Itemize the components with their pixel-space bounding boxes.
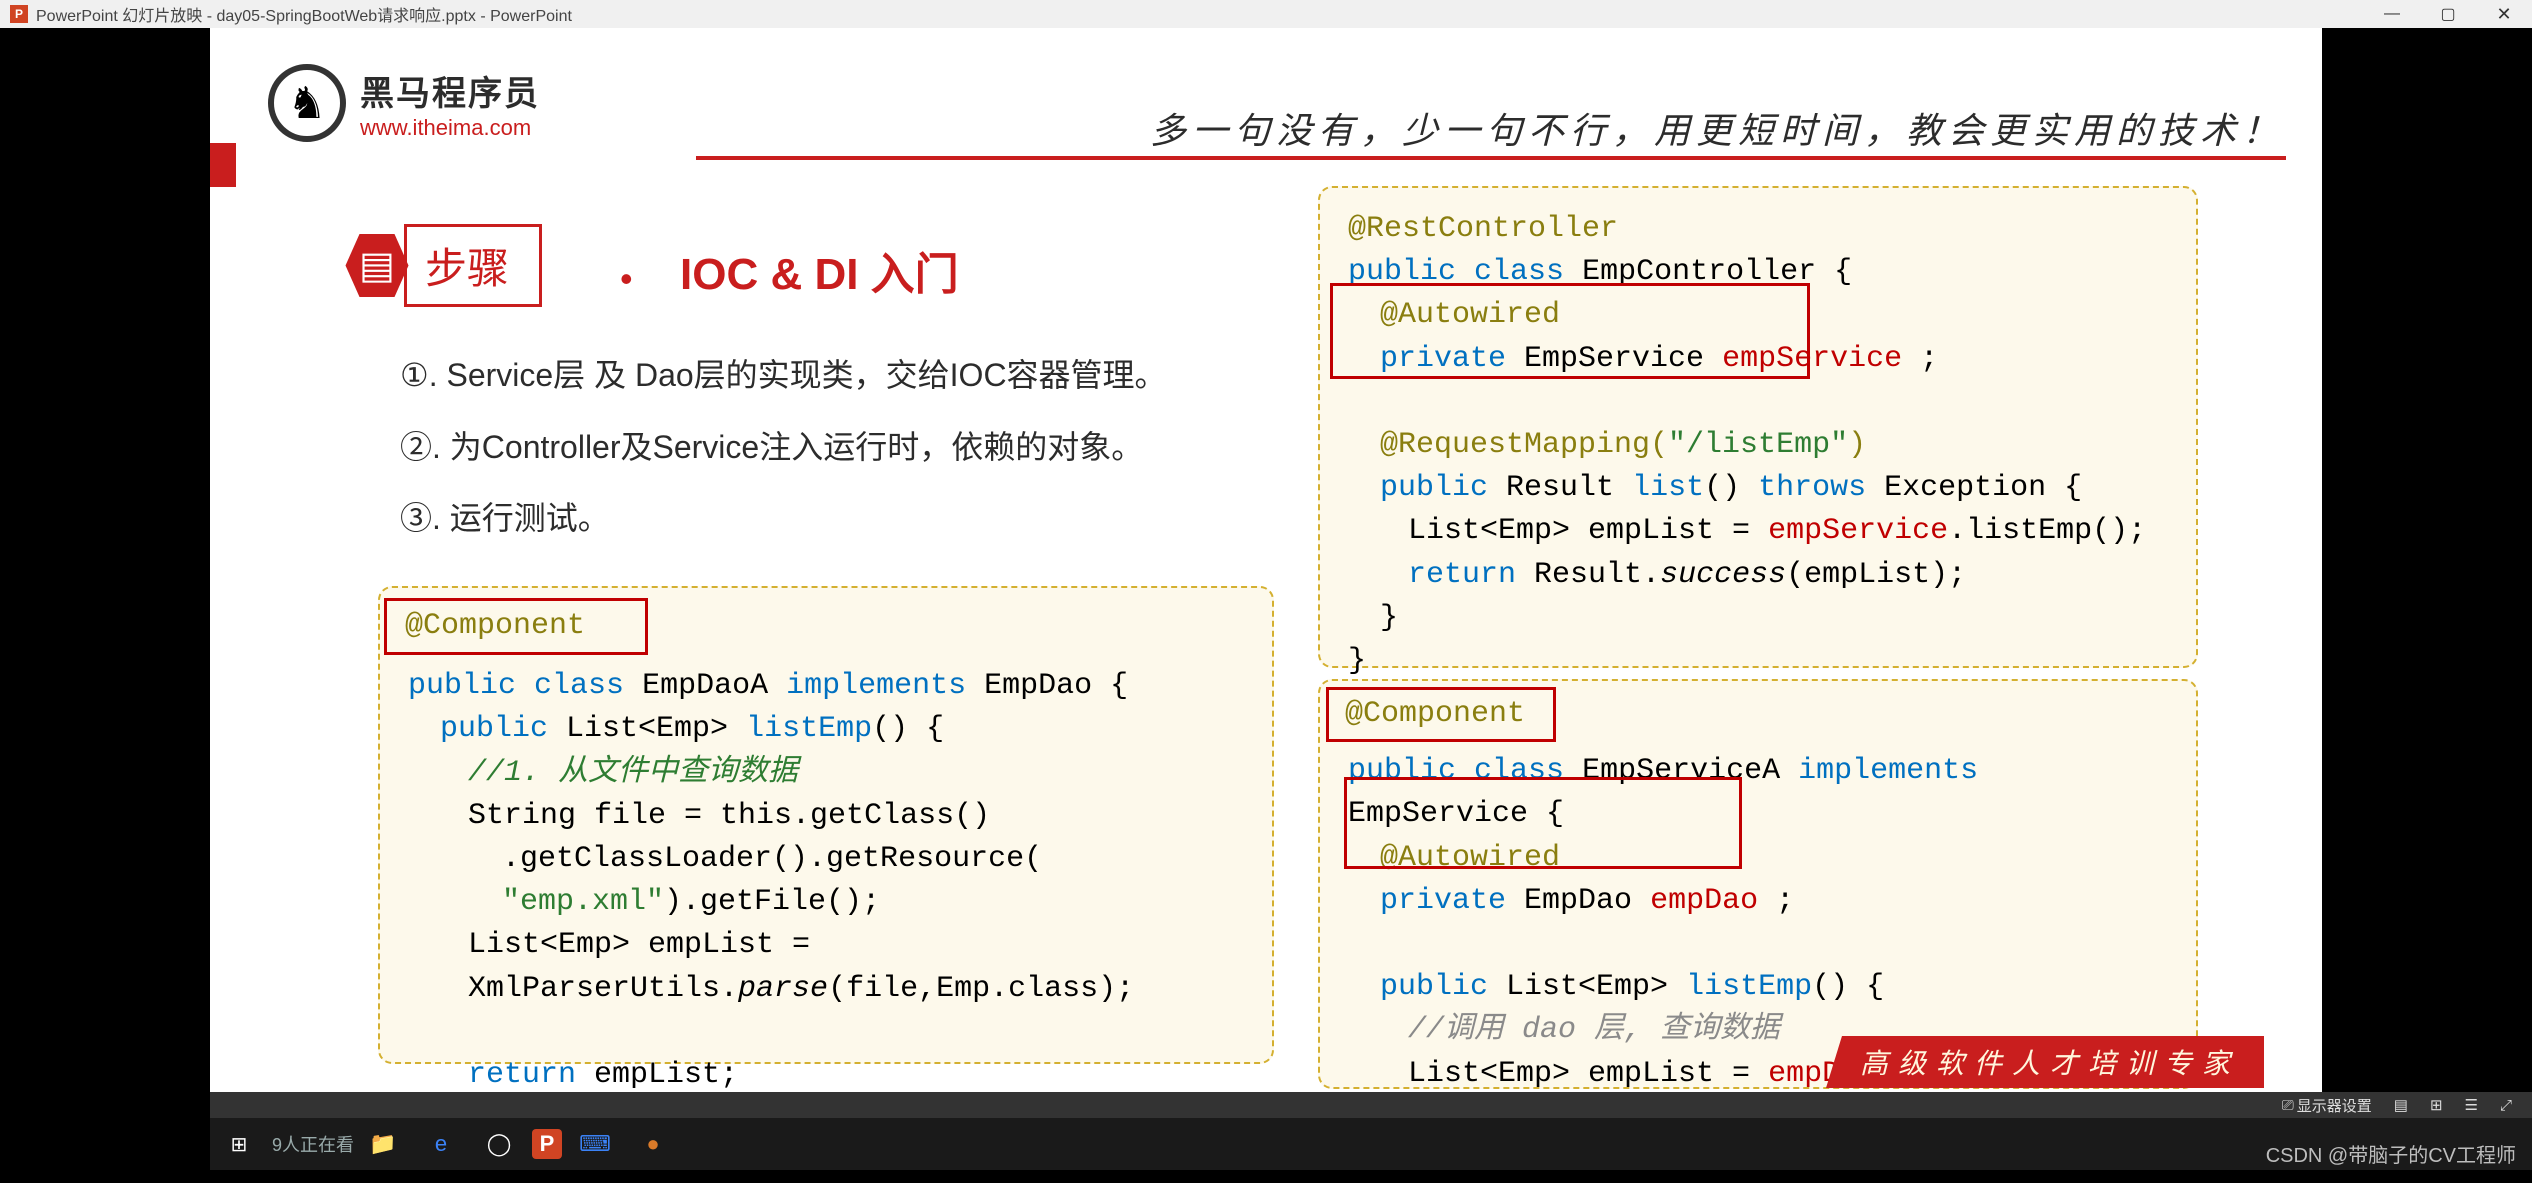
step-item-3: ③. 运行测试。 [400, 483, 1167, 555]
step-item-2: ②. 为Controller及Service注入运行时，依赖的对象。 [400, 412, 1167, 484]
steps-list: ①. Service层 及 Dao层的实现类，交给IOC容器管理。 ②. 为Co… [400, 340, 1167, 555]
step-item-1: ①. Service层 及 Dao层的实现类，交给IOC容器管理。 [400, 340, 1167, 412]
section-title: IOC & DI 入门 [680, 238, 959, 302]
minimize-button[interactable]: — [2364, 0, 2420, 28]
watermark: CSDN @带脑子的CV工程师 [2266, 1139, 2516, 1168]
taskbar-editor-icon[interactable]: ⌨ [570, 1124, 620, 1164]
taskbar: ⊞ 9人正在看 📁 e ◯ P ⌨ ● [210, 1118, 2532, 1170]
statusbar-view-icon-2[interactable]: ⊞ [2424, 1096, 2449, 1114]
statusbar-view-icon-3[interactable]: ☰ [2459, 1096, 2484, 1114]
logo-icon: ♞ [268, 64, 346, 142]
annotation-component: @Component [405, 609, 585, 643]
slide: ♞ 黑马程序员 www.itheima.com 多一句没有，少一句不行，用更短时… [210, 28, 2322, 1092]
footer-banner: 高级软件人才培训专家 [1826, 1036, 2264, 1088]
statusbar-display-settings[interactable]: ⎚ 显示器设置 [2276, 1095, 2378, 1116]
presentation-letterbox-right [2322, 28, 2532, 1118]
presentation-letterbox-left [0, 28, 210, 1118]
window-title: PowerPoint 幻灯片放映 - day05-SpringBootWeb请求… [36, 2, 572, 26]
close-button[interactable]: ✕ [2476, 0, 2532, 28]
step-badge: ▤ 步骤 [342, 224, 542, 307]
annotation-component-service: @Component [1345, 697, 1525, 731]
taskbar-powerpoint-icon[interactable]: P [532, 1129, 562, 1159]
step-label: 步骤 [404, 224, 542, 307]
code-box-service: @Component public class EmpServiceA impl… [1318, 679, 2198, 1089]
code-box-dao: @Component public class EmpDaoA implemen… [378, 586, 1274, 1064]
slogan: 多一句没有，少一句不行，用更短时间，教会更实用的技术！ [1150, 102, 2284, 154]
taskbar-misc-icon[interactable]: ● [628, 1124, 678, 1164]
logo-url: www.itheima.com [360, 115, 540, 141]
statusbar-view-icon-1[interactable]: ▤ [2388, 1096, 2414, 1114]
logo: ♞ 黑马程序员 www.itheima.com [268, 64, 540, 142]
highlight-autowired-controller [1330, 283, 1810, 379]
bullet-dot: • [620, 258, 633, 300]
maximize-button[interactable]: ▢ [2420, 0, 2476, 28]
taskbar-folder-icon[interactable]: 📁 [358, 1124, 408, 1164]
step-hexagon-icon: ▤ [342, 231, 412, 301]
statusbar: ⎚ 显示器设置 ▤ ⊞ ☰ ⤢ [210, 1092, 2532, 1118]
taskbar-edge-icon[interactable]: e [416, 1124, 466, 1164]
highlight-autowired-service [1344, 777, 1742, 869]
window-titlebar: P PowerPoint 幻灯片放映 - day05-SpringBootWeb… [0, 0, 2532, 28]
logo-text-cn: 黑马程序员 [360, 66, 540, 115]
statusbar-view-icon-4[interactable]: ⤢ [2494, 1097, 2518, 1114]
start-button[interactable]: ⊞ [214, 1124, 264, 1164]
taskbar-chrome-icon[interactable]: ◯ [474, 1124, 524, 1164]
taskbar-viewers-text: 9人正在看 [272, 1131, 354, 1157]
accent-block [210, 143, 236, 187]
code-box-controller: @RestController public class EmpControll… [1318, 186, 2198, 668]
powerpoint-icon: P [10, 5, 28, 23]
divider [696, 156, 2286, 160]
